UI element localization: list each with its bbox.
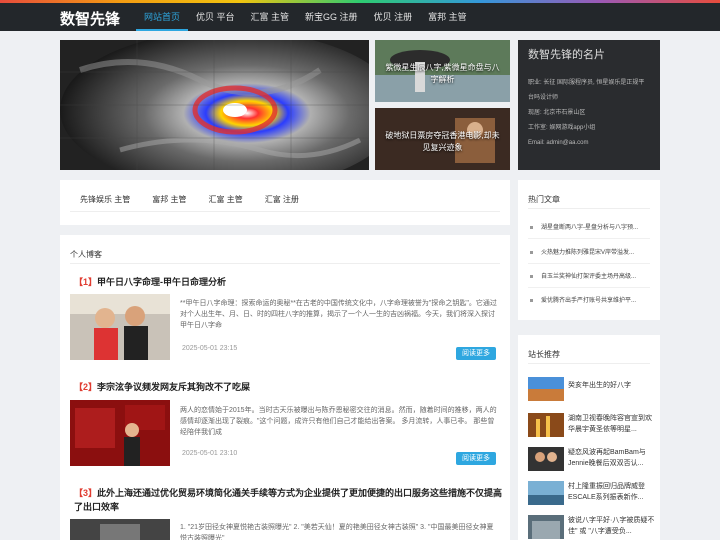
post-thumbnail[interactable]: [70, 519, 170, 540]
hot-title: 热门文章: [528, 195, 560, 204]
profile-email[interactable]: Email: admin@aa.com: [528, 136, 650, 151]
nav-huifu-manager[interactable]: 汇富 主管: [243, 3, 298, 31]
post-title[interactable]: 【2】李宗泫争议频发网友斥其狗改不了吃屎: [74, 380, 504, 394]
post-excerpt: 1. "21岁田径女神夏悦艳古装照曝光" 2. "美若天仙！夏的艳美田径女神古装…: [180, 524, 494, 540]
nav-fubang-manager[interactable]: 富邦 主管: [420, 3, 475, 31]
nav-youbei-register[interactable]: 优贝 注册: [366, 3, 421, 31]
nav-home[interactable]: 网站首页: [136, 3, 189, 31]
recommended-panel: 站长推荐 癸亥年出生的好八字 湖南卫视春晚阵容官宣到欢华晨宇黄圣依等明星... …: [518, 335, 660, 540]
rec-title: 站长推荐: [528, 350, 560, 359]
blog-section: 个人博客 【1】甲午日八字命理-甲午日命理分析 **甲午日八字命理：探索命运的奥…: [60, 235, 510, 540]
rec-item-text: 湖南卫视春晚阵容官宣到欢华晨宇黄圣依等明星...: [568, 415, 652, 433]
tab-huifu-register[interactable]: 汇富 注册: [265, 194, 299, 205]
rec-thumbnail: [528, 481, 564, 505]
hot-item[interactable]: 湖星盘断两八字-星盘分析与八字预...: [530, 222, 654, 231]
side-caption-top: 紫微星生辰八字,紫微星命盘与八字解析: [385, 63, 500, 84]
bullet-icon: [530, 298, 533, 302]
post-thumbnail[interactable]: [70, 294, 170, 360]
read-more-button[interactable]: 阅读更多: [456, 347, 496, 360]
side-feature-umbrella[interactable]: 紫微星生辰八字,紫微星命盘与八字解析: [375, 40, 510, 102]
post-number: 【1】: [74, 277, 98, 287]
post-excerpt: 两人的恋情始于2015年。当时古天乐被曝出与陈乔恩秘密交往的消息。然而，随着时间…: [180, 407, 497, 436]
hot-separator: [528, 238, 650, 239]
nav-youbei-platform[interactable]: 优贝 平台: [188, 3, 243, 31]
read-more-button[interactable]: 阅读更多: [456, 452, 496, 465]
nav-xinbao-register[interactable]: 新宝GG 注册: [297, 3, 366, 31]
site-logo[interactable]: 数智先锋: [60, 8, 120, 29]
tab-huifu-manager[interactable]: 汇富 主管: [208, 194, 242, 205]
rec-divider: [528, 363, 650, 364]
blog-section-divider: [70, 263, 500, 264]
hot-separator: [528, 263, 650, 264]
category-tabs-box: 先锋娱乐 主管 富邦 主管 汇富 主管 汇富 注册: [60, 180, 510, 225]
post-number: 【3】: [74, 488, 98, 498]
hot-divider: [528, 208, 650, 209]
rec-thumbnail: [528, 515, 564, 539]
tab-xianfeng[interactable]: 先锋娱乐 主管: [80, 194, 130, 205]
tabs-divider: [70, 211, 500, 212]
hot-item[interactable]: 爱优腾齐出手严打账号共享维护平...: [530, 295, 654, 304]
rec-item-text: 癸亥年出生的好八字: [568, 382, 631, 389]
bullet-icon: [530, 250, 533, 254]
rec-item-text: 疑恋风波再起BamBam与Jennie晚餐后双双否认...: [568, 449, 646, 467]
bullet-icon: [530, 274, 533, 278]
rec-item[interactable]: 村上隆重振回归品牌威登ESCALE系列振表新作...: [528, 481, 658, 509]
profile-studio: 工作室: 娱网游戏app小组: [528, 125, 596, 131]
hot-item[interactable]: 火热魅力推陈列雅昆宋V岸带溢发...: [530, 247, 654, 256]
profile-job: 职业: 长征 国际服程序员, 恒星娱乐是正规平台吗设计师: [528, 80, 645, 101]
hot-separator: [528, 287, 650, 288]
post-number: 【2】: [74, 382, 98, 392]
rec-thumbnail: [528, 413, 564, 437]
profile-card-title: 数智先锋的名片: [528, 49, 605, 61]
post-date: 2025-05-01 23:15: [182, 345, 238, 352]
post-title[interactable]: 【1】甲午日八字命理-甲午日命理分析: [74, 275, 504, 289]
hero-banner-image[interactable]: [60, 40, 369, 170]
blog-section-title: 个人博客: [70, 250, 102, 259]
rec-item[interactable]: 疑恋风波再起BamBam与Jennie晚餐后双双否认...: [528, 447, 658, 475]
rec-item[interactable]: 彼说八字平好·八字被质疑不佳" 或 "八字遭受负...: [528, 515, 658, 540]
post-thumbnail[interactable]: [70, 400, 170, 466]
profile-card: 数智先锋的名片 职业: 长征 国际服程序员, 恒星娱乐是正规平台吗设计师 现居:…: [518, 40, 660, 170]
bullet-icon: [530, 225, 533, 229]
rec-item[interactable]: 湖南卫视春晚阵容官宣到欢华晨宇黄圣依等明星...: [528, 413, 658, 441]
profile-location: 现居: 北京市石景山区: [528, 110, 586, 116]
rec-item-text: 彼说八字平好·八字被质疑不佳" 或 "八字遭受负...: [568, 517, 655, 535]
post-title[interactable]: 【3】此外上海还通过优化贸易环境简化通关手续等方式为企业提供了更加便捷的出口服务…: [74, 486, 504, 514]
rec-item-text: 村上隆重振回归品牌威登ESCALE系列振表新作...: [568, 483, 645, 501]
hot-item[interactable]: 自玉兰奖神仙打架评委主场丹高级...: [530, 271, 654, 280]
hot-articles-panel: 热门文章 湖星盘断两八字-星盘分析与八字预... 火热魅力推陈列雅昆宋V岸带溢发…: [518, 180, 660, 320]
side-caption-bottom: 破地狱日票房夺冠香港电影,却未见复兴迹象: [385, 131, 500, 152]
main-nav: 网站首页 优贝 平台 汇富 主管 新宝GG 注册 优贝 注册 富邦 主管: [136, 3, 475, 31]
rec-item[interactable]: 癸亥年出生的好八字: [528, 377, 658, 405]
rec-thumbnail: [528, 447, 564, 471]
top-navbar: 数智先锋 网站首页 优贝 平台 汇富 主管 新宝GG 注册 优贝 注册 富邦 主…: [0, 3, 720, 31]
side-feature-movie[interactable]: 破地狱日票房夺冠香港电影,却未见复兴迹象: [375, 108, 510, 170]
tab-fubang[interactable]: 富邦 主管: [152, 194, 186, 205]
rec-thumbnail: [528, 377, 564, 401]
post-date: 2025-05-01 23:10: [182, 450, 238, 457]
post-excerpt: **甲午日八字命理：探索命运的奥秘**在古老的中国传统文化中，八字命理被誉为"探…: [180, 300, 497, 329]
